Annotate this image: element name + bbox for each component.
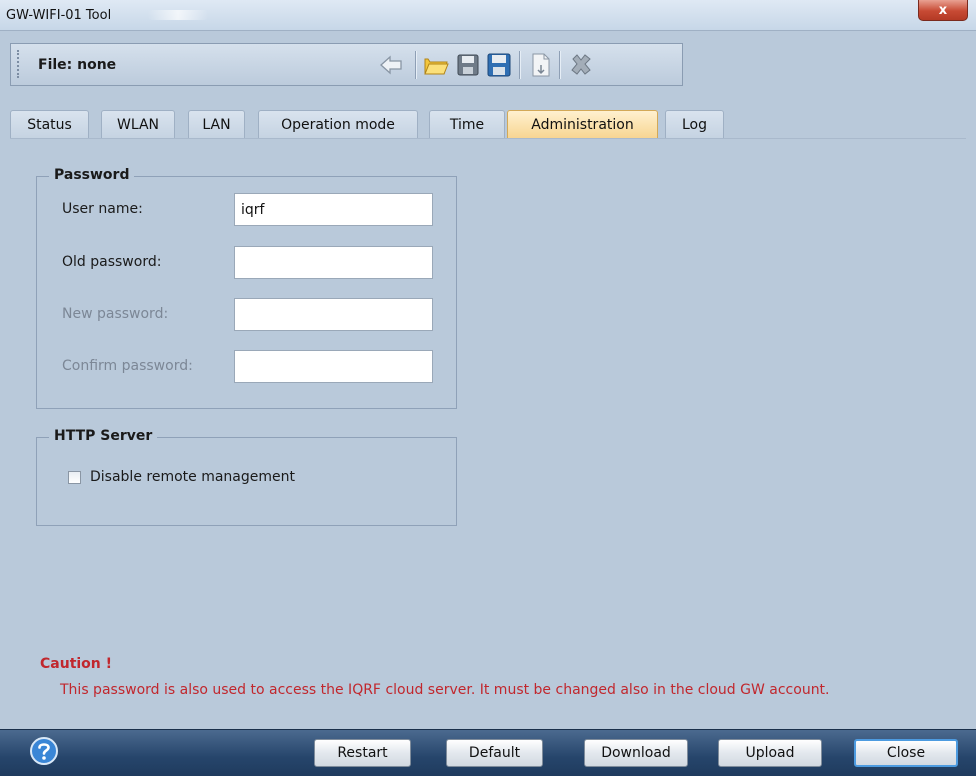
tab-lan[interactable]: LAN	[188, 110, 245, 138]
old-password-label: Old password:	[62, 254, 162, 270]
new-password-field[interactable]	[234, 298, 433, 331]
tab-divider	[10, 138, 966, 139]
tab-administration[interactable]: Administration	[507, 110, 658, 138]
tab-time[interactable]: Time	[429, 110, 505, 138]
restart-button[interactable]: Restart	[314, 739, 411, 767]
default-button[interactable]: Default	[446, 739, 543, 767]
download-button[interactable]: Download	[584, 739, 688, 767]
toolbar-separator	[519, 51, 520, 79]
save-icon[interactable]	[454, 51, 482, 79]
toolbar-separator	[415, 51, 416, 79]
caution-text: This password is also used to access the…	[60, 682, 830, 698]
file-toolbar: File: none	[10, 43, 683, 86]
disable-remote-management-checkbox[interactable]	[68, 471, 81, 484]
tab-operation-mode[interactable]: Operation mode	[258, 110, 418, 138]
bottom-bar: Restart Default Download Upload Close	[0, 729, 976, 776]
new-password-label: New password:	[62, 306, 169, 322]
disable-remote-management-label[interactable]: Disable remote management	[90, 469, 295, 485]
user-name-label: User name:	[62, 201, 143, 217]
tab-log[interactable]: Log	[665, 110, 724, 138]
confirm-password-field[interactable]	[234, 350, 433, 383]
password-group-legend: Password	[49, 167, 135, 183]
file-label: File: none	[38, 57, 117, 73]
open-folder-icon[interactable]	[422, 51, 450, 79]
http-server-group-legend: HTTP Server	[49, 428, 158, 444]
toolbar-separator	[559, 51, 560, 79]
toolbar-grip	[17, 50, 22, 78]
tab-status[interactable]: Status	[10, 110, 89, 138]
window-title: GW-WIFI-01 Tool	[6, 8, 112, 23]
tab-wlan[interactable]: WLAN	[101, 110, 175, 138]
toolbar-area: File: none	[0, 31, 976, 109]
old-password-field[interactable]	[234, 246, 433, 279]
close-button[interactable]: Close	[854, 739, 958, 767]
export-icon[interactable]	[527, 51, 555, 79]
tab-bar: Status WLAN LAN Operation mode Time Admi…	[10, 108, 966, 138]
help-icon[interactable]	[28, 735, 60, 767]
title-blur	[148, 10, 208, 20]
user-name-field[interactable]	[234, 193, 433, 226]
delete-icon[interactable]	[567, 51, 595, 79]
save-as-icon[interactable]	[485, 51, 513, 79]
title-bar: GW-WIFI-01 Tool x	[0, 0, 976, 31]
window-close-button[interactable]: x	[918, 0, 968, 21]
confirm-password-label: Confirm password:	[62, 358, 193, 374]
caution-title: Caution !	[40, 656, 113, 672]
upload-button[interactable]: Upload	[718, 739, 822, 767]
back-arrow-icon[interactable]	[377, 51, 405, 79]
